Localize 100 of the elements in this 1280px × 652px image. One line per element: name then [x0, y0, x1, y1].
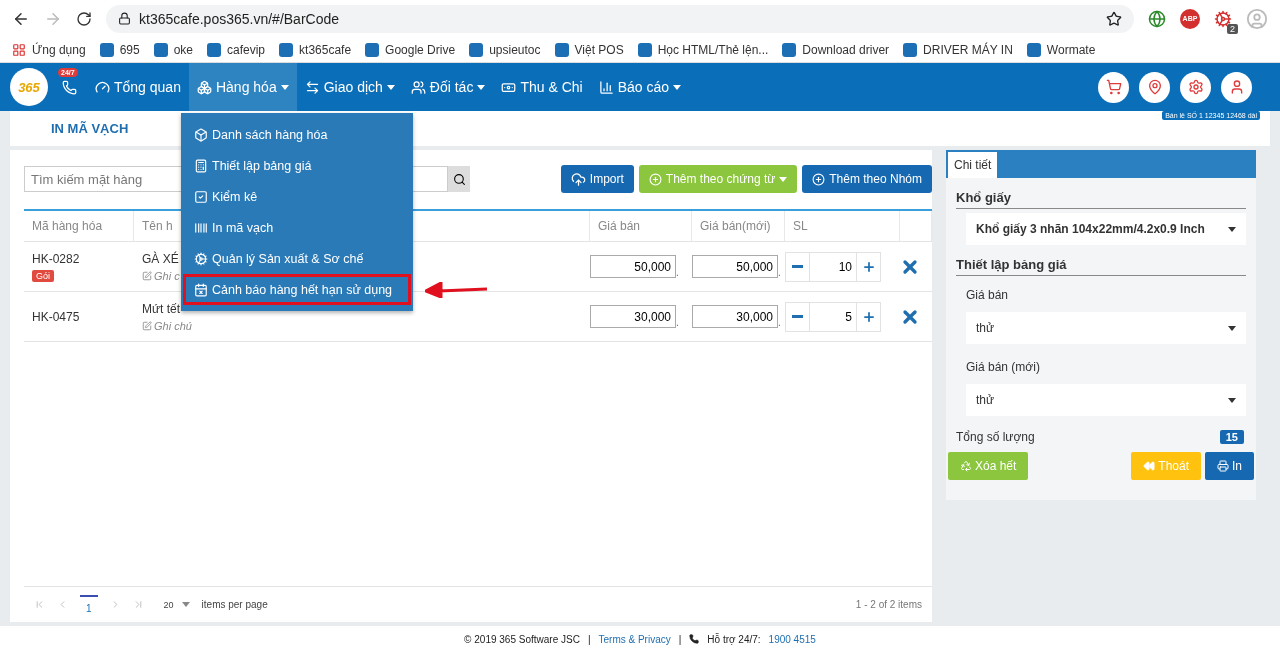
price-field[interactable]: 50,000: [590, 255, 676, 279]
print-button[interactable]: In: [1205, 452, 1254, 481]
decimal-mark: .: [778, 267, 781, 279]
section-heading: Khổ giấy: [956, 186, 1246, 210]
quantity-field[interactable]: 10: [809, 252, 857, 281]
page-size-select[interactable]: 20: [163, 599, 174, 610]
favicon-icon: [903, 42, 918, 57]
favicon-icon: [279, 42, 294, 57]
price-list-select[interactable]: thử: [966, 312, 1246, 345]
bookmark-link[interactable]: Google Drive: [385, 42, 456, 57]
caret-icon: [1228, 397, 1236, 403]
cart-icon: [1105, 79, 1122, 96]
settings-icon: [1187, 79, 1204, 96]
recycle-icon: [960, 460, 972, 473]
favicon-icon: [637, 42, 652, 57]
bookmark-link[interactable]: kt365cafe: [299, 42, 352, 57]
table-cell: Mứt tết: [142, 301, 181, 316]
page-button[interactable]: 1: [80, 595, 98, 615]
address-bar[interactable]: kt365cafe.pos365.vn/#/BarCode: [106, 4, 1134, 33]
price-field[interactable]: 30,000: [590, 305, 676, 329]
search-button[interactable]: [448, 166, 470, 193]
settings-button[interactable]: [1180, 71, 1211, 103]
favicon-icon: [469, 42, 484, 57]
import-button[interactable]: Import: [560, 165, 634, 194]
favicon-icon: [782, 42, 797, 57]
bookmark-link[interactable]: oke: [173, 42, 193, 57]
section-heading: Thiết lập bảng giá: [956, 253, 1246, 277]
detail-tab[interactable]: Chi tiết: [948, 152, 998, 179]
support-label: Hỗ trợ 24/7:: [707, 633, 761, 645]
field-label: Giá bán: [966, 288, 1010, 303]
globe-icon[interactable]: [1148, 9, 1166, 28]
bookmark-link[interactable]: cafevip: [227, 42, 266, 57]
menu-item[interactable]: Quản lý Sản xuất & Sơ chế: [183, 243, 411, 274]
pencil-icon: [142, 270, 152, 281]
page-size-label: items per page: [201, 599, 268, 611]
nav-item[interactable]: Giao dịch: [296, 63, 403, 112]
favicon-icon: [153, 42, 168, 57]
bookmark-link[interactable]: Download driver: [802, 42, 890, 57]
bookmark-link[interactable]: Việt POS: [574, 42, 624, 57]
caret-icon: [181, 602, 190, 608]
page-title: IN MÃ VẠCH: [51, 121, 129, 137]
menu-item[interactable]: Danh sách hàng hóa: [183, 119, 411, 150]
calendar-x-icon: [194, 282, 208, 297]
separator: |: [678, 633, 682, 645]
search-icon: [452, 172, 466, 186]
phone-icon[interactable]: [62, 79, 77, 95]
column-header: Giá bán: [590, 211, 692, 242]
table-cell: HK-0282: [32, 251, 80, 266]
favicon-icon: [99, 42, 114, 57]
menu-item[interactable]: In mã vạch: [183, 212, 411, 243]
nav-item[interactable]: Đối tác: [402, 63, 494, 112]
decimal-mark: .: [676, 267, 679, 279]
quantity-field[interactable]: 5: [809, 302, 857, 331]
star-icon[interactable]: [1106, 10, 1122, 27]
terms-link[interactable]: Terms & Privacy: [598, 633, 671, 645]
bookmark-link[interactable]: DRIVER MÁY IN: [923, 42, 1013, 57]
bookmark-link[interactable]: Ứng dụng: [32, 42, 86, 57]
new-price-field[interactable]: 50,000: [692, 255, 778, 279]
cart-button[interactable]: [1098, 71, 1129, 103]
gauge-icon: [95, 79, 110, 95]
nav-item[interactable]: Báo cáo: [590, 63, 690, 112]
menu-item[interactable]: Cảnh báo hàng hết hạn sử dụng: [183, 274, 411, 305]
printer-icon: [1217, 460, 1229, 473]
phone-link[interactable]: 1900 4515: [768, 633, 816, 645]
table-cell: HK-0475: [32, 309, 80, 324]
caret-icon: [1228, 325, 1236, 331]
menu-item[interactable]: Kiểm kê: [183, 181, 411, 212]
nav-item[interactable]: Hàng hóa: [188, 63, 297, 112]
menu-item[interactable]: Thiết lập bảng giá: [183, 150, 411, 181]
quantity-stepper[interactable]: 10: [785, 251, 881, 282]
column-header: Giá bán(mới): [692, 211, 785, 242]
exchange-icon: [304, 79, 320, 95]
table-cell: GÀ XÉ: [142, 251, 179, 266]
plus-circle-icon: [648, 172, 662, 186]
nav-item[interactable]: Tổng quan: [87, 63, 189, 112]
quantity-stepper[interactable]: 5: [785, 301, 881, 332]
paper-size-select[interactable]: Khổ giấy 3 nhãn 104x22mm/4.2x0.9 Inch: [966, 213, 1246, 246]
total-badge: 15: [1219, 430, 1244, 445]
bookmark-link[interactable]: upsieutoc: [489, 42, 541, 57]
barcode-icon: [194, 220, 208, 235]
reload-icon[interactable]: [76, 10, 92, 27]
new-price-field[interactable]: 30,000: [692, 305, 778, 329]
url-text: kt365cafe.pos365.vn/#/BarCode: [139, 10, 341, 27]
favicon-icon: [554, 42, 569, 57]
nav-item[interactable]: Thu & Chi: [493, 63, 591, 112]
extension-icon[interactable]: [1214, 9, 1232, 28]
bookmark-link[interactable]: Wormate: [1046, 42, 1096, 57]
field-label: Giá bán (mới): [966, 360, 1041, 375]
note-link[interactable]: Ghi chú: [154, 319, 192, 332]
bookmark-link[interactable]: Học HTML/Thẻ lện...: [657, 42, 769, 57]
decimal-mark: .: [676, 317, 679, 329]
plus-icon: [861, 309, 876, 324]
pencil-icon: [142, 320, 152, 331]
note-link[interactable]: Ghi c: [154, 269, 180, 282]
user-button[interactable]: [1221, 71, 1252, 103]
add-button[interactable]: Thêm theo Nhóm: [802, 165, 932, 194]
new-price-list-select[interactable]: thử: [966, 384, 1246, 417]
location-button[interactable]: [1139, 71, 1170, 103]
minus-icon: [792, 265, 803, 269]
bookmark-link[interactable]: 695: [119, 42, 140, 57]
